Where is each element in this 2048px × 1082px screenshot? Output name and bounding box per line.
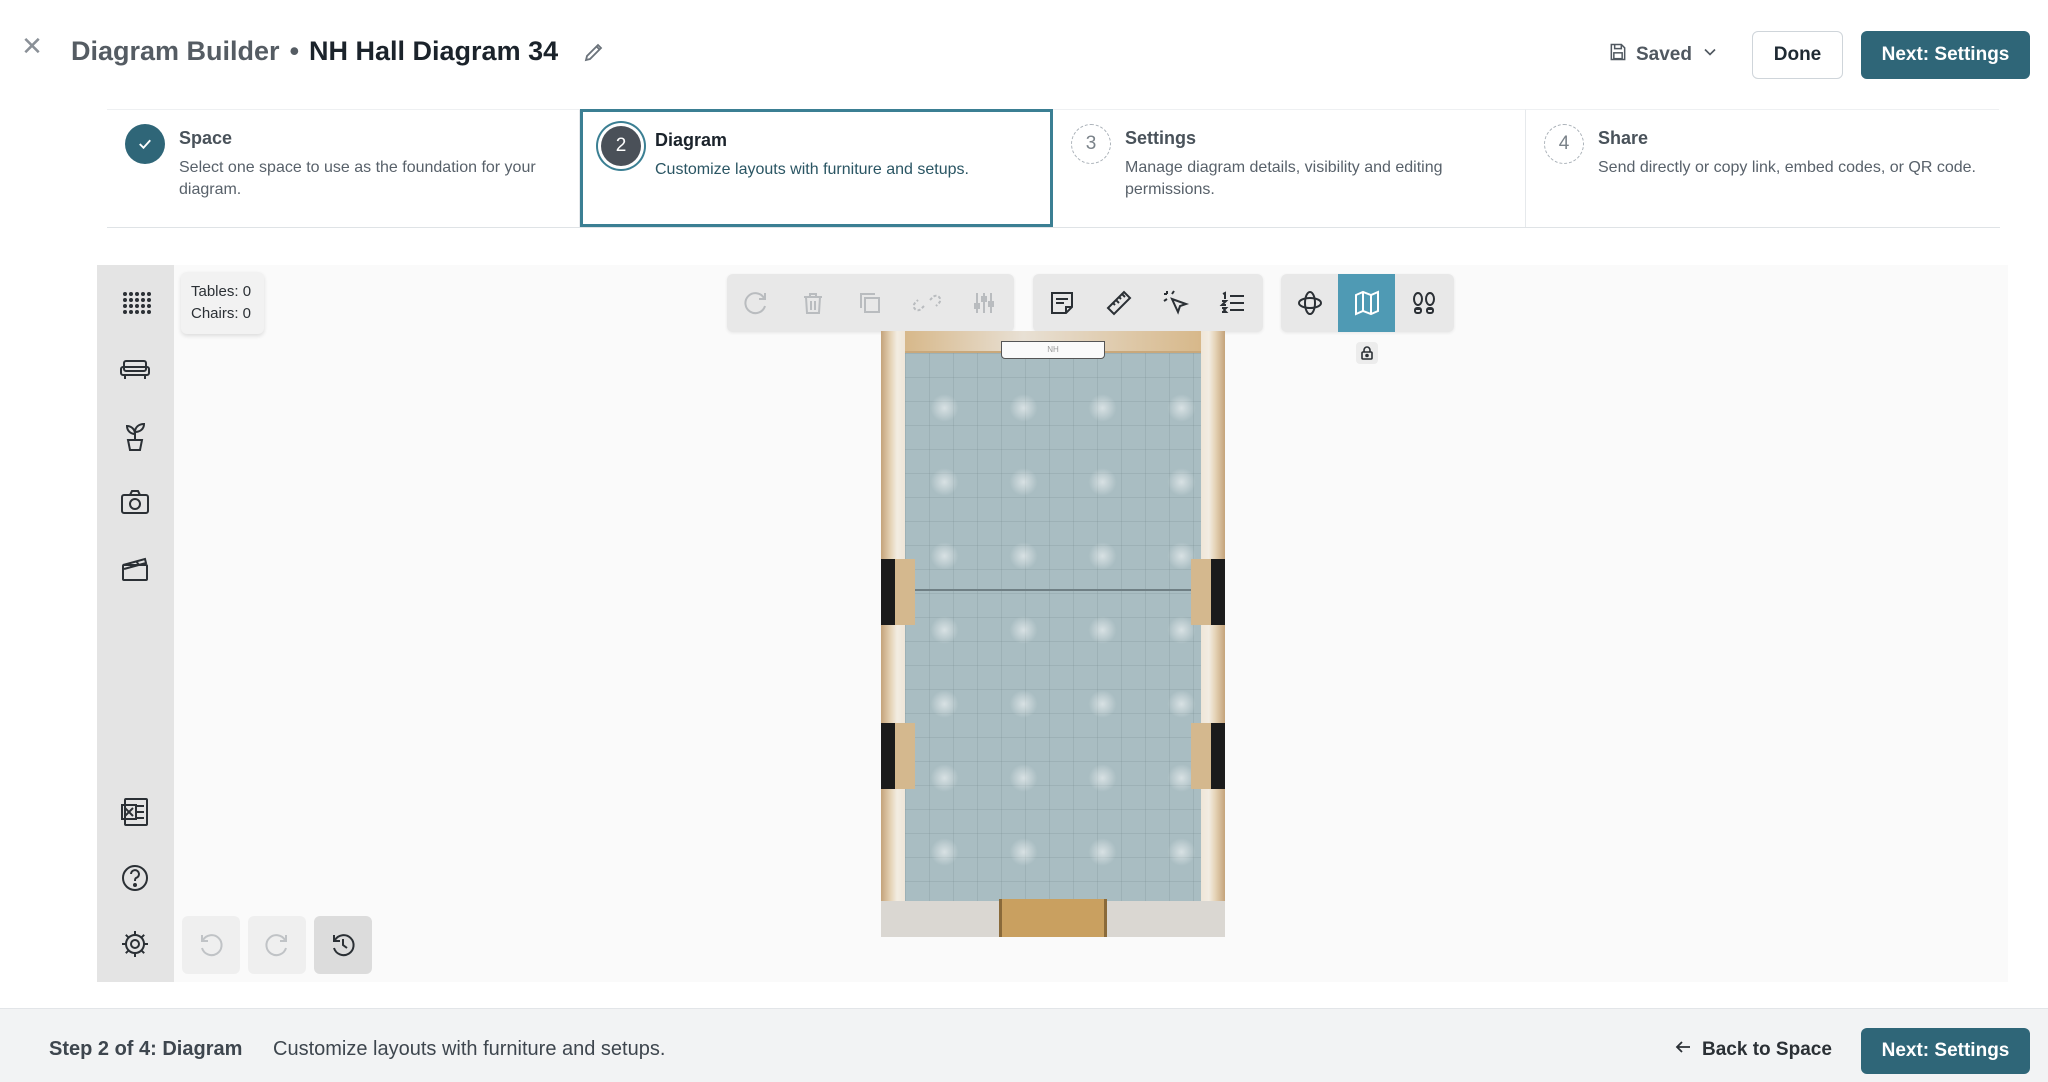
stage-marker: NH: [1001, 341, 1105, 359]
step-number: 3: [1071, 124, 1111, 164]
settings-icon[interactable]: [117, 926, 153, 962]
title-separator: •: [289, 36, 300, 66]
chairs-count: Chairs: 0: [191, 305, 252, 322]
save-icon: [1608, 42, 1628, 68]
diagram-name: NH Hall Diagram 34: [309, 36, 559, 66]
step-description: Select one space to use as the foundatio…: [179, 159, 536, 198]
redo-icon[interactable]: [727, 274, 784, 332]
door-right-upper: [1191, 559, 1225, 625]
step-number: 2: [601, 126, 641, 166]
step-title: Share: [1598, 128, 1649, 148]
door-left-upper: [881, 559, 915, 625]
step-description: Send directly or copy link, embed codes,…: [1598, 159, 1976, 176]
pencil-icon[interactable]: [582, 40, 606, 64]
tools-toolbar: [1033, 274, 1263, 332]
step-number: 4: [1544, 124, 1584, 164]
select-icon[interactable]: [1147, 274, 1204, 332]
arrow-left-icon: [1674, 1038, 1692, 1062]
note-icon[interactable]: [1033, 274, 1090, 332]
step-description: Customize layouts with furniture and set…: [655, 161, 969, 178]
history-controls: [182, 916, 372, 974]
door-left-lower: [881, 723, 915, 789]
help-icon[interactable]: [117, 860, 153, 896]
app-name: Diagram Builder: [71, 36, 280, 66]
delete-icon[interactable]: [784, 274, 841, 332]
numbered-list-icon[interactable]: [1204, 274, 1261, 332]
furniture-counts: Tables: 0 Chairs: 0: [181, 272, 264, 334]
stepper: Space Select one space to use as the fou…: [107, 109, 2000, 228]
step-space[interactable]: Space Select one space to use as the fou…: [107, 109, 580, 227]
step-title: Space: [179, 128, 233, 148]
chevron-down-icon: [1700, 42, 1720, 68]
door-right-lower: [1191, 723, 1225, 789]
sofa-icon[interactable]: [117, 351, 153, 387]
duplicate-icon[interactable]: [841, 274, 898, 332]
page-title: Diagram Builder • NH Hall Diagram 34: [71, 36, 606, 67]
check-icon: [125, 124, 165, 164]
floor-tiles: [905, 353, 1201, 905]
step-description: Manage diagram details, visibility and e…: [1125, 159, 1443, 198]
rotate-3d-icon[interactable]: [1281, 274, 1338, 332]
step-diagram[interactable]: 2 Diagram Customize layouts with furnitu…: [580, 109, 1053, 227]
next-settings-footer-button[interactable]: Next: Settings: [1861, 1028, 2030, 1074]
step-share[interactable]: 4 Share Send directly or copy link, embe…: [1526, 109, 1999, 227]
redo-icon[interactable]: [248, 916, 306, 974]
ruler-icon[interactable]: [1090, 274, 1147, 332]
next-settings-button[interactable]: Next: Settings: [1861, 31, 2030, 79]
adjust-icon[interactable]: [955, 274, 1012, 332]
diagram-builder-page: ✕ Diagram Builder • NH Hall Diagram 34 S…: [0, 0, 2048, 1082]
entrance-door: [999, 899, 1107, 937]
plant-icon[interactable]: [117, 418, 153, 454]
footer-step-description: Customize layouts with furniture and set…: [273, 1038, 666, 1060]
unlink-icon[interactable]: [898, 274, 955, 332]
lock-icon[interactable]: [1356, 342, 1378, 364]
step-title: Diagram: [655, 130, 728, 150]
floor-plan[interactable]: NH: [881, 331, 1225, 937]
view-toolbar: [1281, 274, 1454, 332]
camera-icon[interactable]: [117, 484, 153, 520]
edit-toolbar: [727, 274, 1014, 332]
tables-count: Tables: 0: [191, 283, 252, 300]
history-icon[interactable]: [314, 916, 372, 974]
back-to-space-button[interactable]: Back to Space: [1674, 1038, 1832, 1062]
footer-step-label: Step 2 of 4: Diagram: [49, 1038, 243, 1060]
clapperboard-icon[interactable]: [117, 550, 153, 586]
back-to-space-label: Back to Space: [1702, 1039, 1832, 1060]
excel-export-icon[interactable]: [117, 794, 153, 830]
undo-icon[interactable]: [182, 916, 240, 974]
step-title: Settings: [1125, 128, 1197, 148]
done-button[interactable]: Done: [1752, 31, 1843, 79]
footprints-icon[interactable]: [1395, 274, 1452, 332]
save-status-dropdown[interactable]: Saved: [1608, 42, 1720, 68]
stage-label: NH: [1047, 345, 1059, 354]
step-settings[interactable]: 3 Settings Manage diagram details, visib…: [1053, 109, 1526, 227]
close-icon[interactable]: ✕: [18, 32, 46, 60]
tables-grid-icon[interactable]: [117, 284, 153, 320]
map-view-icon[interactable]: [1338, 274, 1395, 332]
room-divider: [905, 589, 1201, 591]
save-status-label: Saved: [1636, 44, 1692, 65]
